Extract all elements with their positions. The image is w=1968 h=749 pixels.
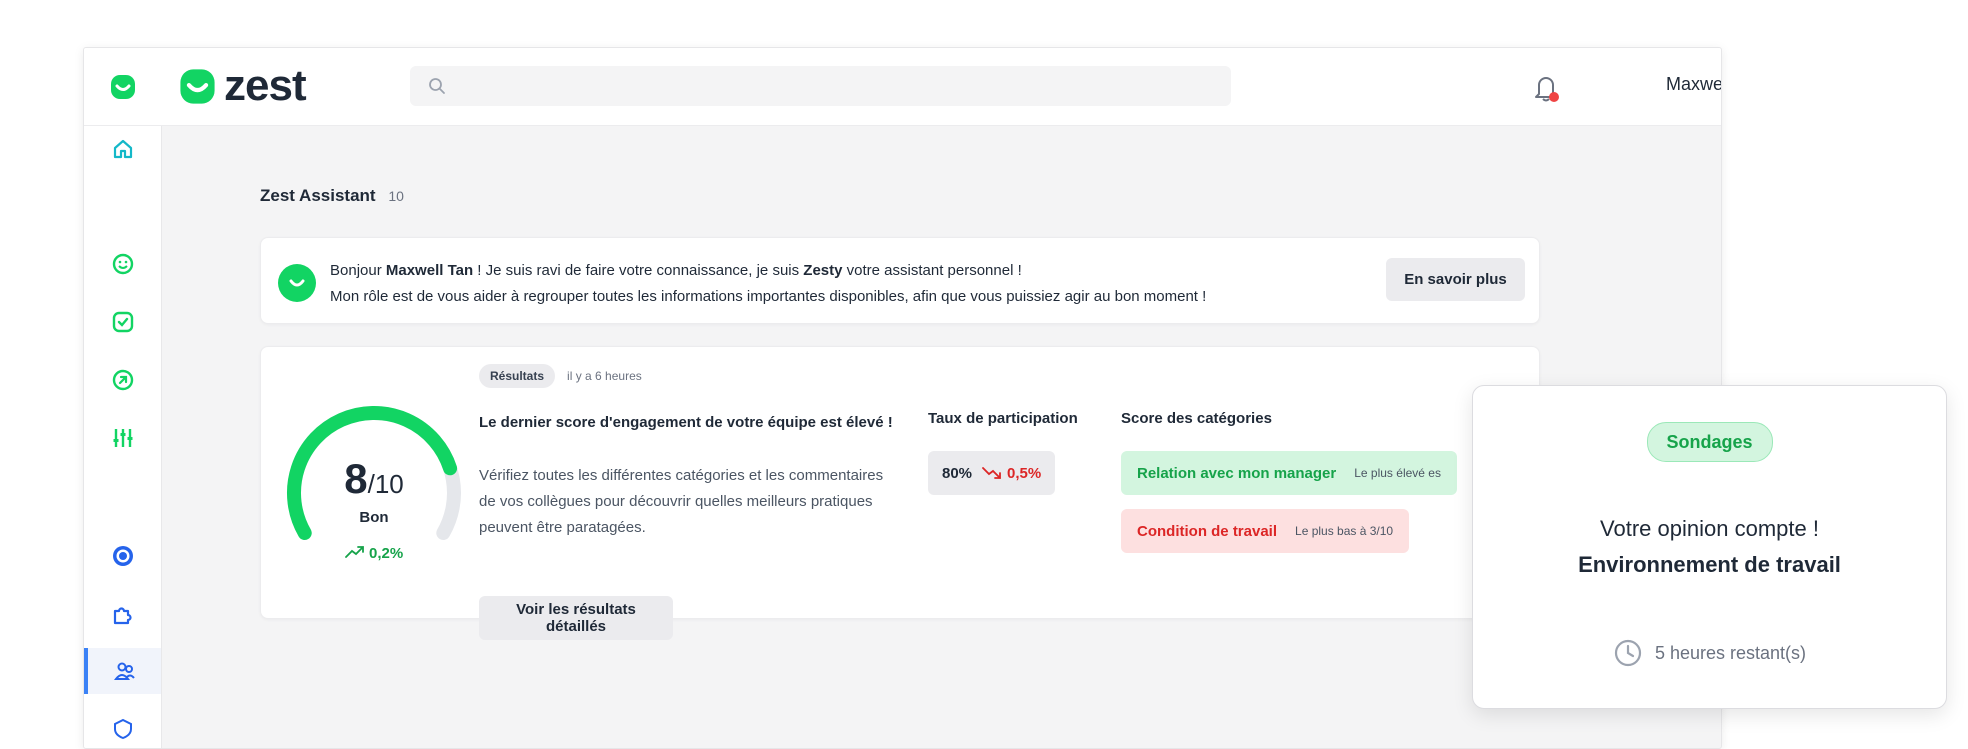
bell-icon bbox=[1535, 77, 1559, 102]
categories-heading: Score des catégories bbox=[1121, 410, 1272, 427]
category-highest-note: Le plus élevé es bbox=[1354, 466, 1441, 480]
category-highest[interactable]: Relation avec mon manager Le plus élevé … bbox=[1121, 451, 1457, 495]
brand-name: zest bbox=[224, 61, 307, 110]
section-count: 10 bbox=[388, 188, 404, 204]
score-trend-value: 0,2% bbox=[368, 545, 404, 562]
search-bar[interactable] bbox=[410, 66, 1231, 106]
score-label: Bon bbox=[359, 509, 389, 526]
category-highest-label: Relation avec mon manager bbox=[1137, 464, 1337, 482]
category-lowest-label: Condition de travail bbox=[1137, 522, 1278, 540]
top-bar: zest Maxwell bbox=[161, 48, 1721, 126]
category-lowest-note: Le plus bas à 3/10 bbox=[1295, 524, 1394, 538]
survey-time-left-text: 5 heures restant(s) bbox=[1654, 642, 1807, 663]
notification-dot bbox=[1549, 92, 1559, 102]
trend-up-icon bbox=[344, 546, 364, 558]
assistant-name: Zesty bbox=[803, 262, 843, 279]
puzzle-icon bbox=[113, 607, 132, 625]
page-title: Zest Assistant 10 bbox=[260, 186, 404, 206]
results-description: Vérifiez toutes les différentes catégori… bbox=[479, 467, 884, 536]
participation-rate: 80% 0,5% bbox=[928, 451, 1056, 495]
participation-heading: Taux de participation bbox=[928, 410, 1078, 427]
shield-icon bbox=[113, 718, 132, 740]
brand-logo[interactable]: zest bbox=[179, 61, 307, 110]
participation-delta-value: 0,5% bbox=[1007, 464, 1042, 482]
assistant-intro-card: Bonjour Maxwell Tan ! Je suis ravi de fa… bbox=[260, 237, 1540, 324]
notifications-button[interactable] bbox=[1531, 72, 1561, 109]
user-name: Maxwell bbox=[1666, 74, 1722, 94]
assistant-message-line2: Mon rôle est de vous aider à regrouper t… bbox=[330, 288, 1207, 305]
smiley-icon bbox=[112, 253, 133, 275]
smile-logo-icon bbox=[289, 279, 305, 287]
checkbox-icon bbox=[112, 311, 133, 333]
survey-title: Environnement de travail bbox=[1578, 552, 1841, 577]
results-title: Le dernier score d'engagement de votre é… bbox=[479, 414, 893, 431]
sidebar-item-objectives[interactable] bbox=[84, 533, 161, 579]
results-time: il y a 6 heures bbox=[567, 369, 642, 383]
assistant-message-line1: Bonjour Maxwell Tan ! Je suis ravi de fa… bbox=[330, 258, 1206, 284]
engagement-gauge: 8/10 Bon 0,2% bbox=[278, 397, 470, 577]
target-icon bbox=[112, 546, 133, 566]
sidebar-logo[interactable] bbox=[84, 48, 161, 126]
survey-time-left: 5 heures restant(s) bbox=[1473, 638, 1946, 668]
assistant-message: Bonjour Maxwell Tan ! Je suis ravi de fa… bbox=[330, 258, 1206, 310]
sidebar bbox=[84, 48, 162, 748]
section-title: Zest Assistant bbox=[260, 186, 376, 205]
greeting-text: Bonjour bbox=[330, 262, 382, 279]
survey-popup-card[interactable]: Sondages Votre opinion compte ! Environn… bbox=[1472, 385, 1947, 709]
zest-logo-icon bbox=[180, 68, 215, 104]
learn-more-button[interactable]: En savoir plus bbox=[1386, 258, 1525, 301]
results-header: Résultats il y a 6 heures bbox=[479, 364, 642, 388]
assistant-avatar bbox=[278, 264, 316, 302]
search-input[interactable] bbox=[456, 67, 1231, 105]
trend-down-icon bbox=[982, 467, 1001, 479]
sidebar-item-mood[interactable] bbox=[84, 241, 161, 287]
survey-badge: Sondages bbox=[1646, 422, 1773, 462]
intro-text-end: votre assistant personnel ! bbox=[846, 262, 1022, 279]
team-icon bbox=[113, 662, 135, 680]
view-detailed-results-button[interactable]: Voir les résultats détaillés bbox=[479, 596, 673, 640]
participation-value: 80% bbox=[942, 464, 973, 482]
sidebar-item-settings[interactable] bbox=[84, 415, 161, 461]
category-lowest[interactable]: Condition de travail Le plus bas à 3/10 bbox=[1121, 509, 1410, 553]
results-badge: Résultats bbox=[479, 364, 556, 388]
intro-text-mid: ! Je suis ravi de faire votre connaissan… bbox=[477, 262, 800, 279]
search-icon bbox=[429, 78, 445, 94]
user-menu[interactable]: Maxwell bbox=[1666, 74, 1722, 95]
score-max: /10 bbox=[367, 469, 404, 499]
score-value: 8 bbox=[344, 455, 368, 502]
sidebar-item-integrations[interactable] bbox=[84, 591, 161, 637]
score-trend: 0,2% bbox=[278, 545, 470, 562]
arrow-circle-icon bbox=[112, 369, 133, 391]
home-icon bbox=[113, 139, 132, 159]
sidebar-item-team[interactable] bbox=[84, 648, 161, 694]
clock-icon bbox=[1614, 639, 1642, 667]
sidebar-item-home[interactable] bbox=[84, 126, 161, 172]
participation-delta: 0,5% bbox=[982, 465, 1041, 482]
sidebar-item-more[interactable] bbox=[84, 706, 161, 748]
zest-logo-icon bbox=[110, 74, 135, 99]
gauge-score: 8/10 bbox=[278, 455, 470, 503]
survey-subtitle: Votre opinion compte ! bbox=[1600, 516, 1819, 541]
sidebar-item-tasks[interactable] bbox=[84, 299, 161, 345]
sidebar-item-goals[interactable] bbox=[84, 357, 161, 403]
results-card: 8/10 Bon 0,2% Résultats il y a 6 heures … bbox=[260, 346, 1540, 640]
user-full-name: Maxwell Tan bbox=[385, 262, 474, 279]
sliders-icon bbox=[113, 429, 132, 447]
